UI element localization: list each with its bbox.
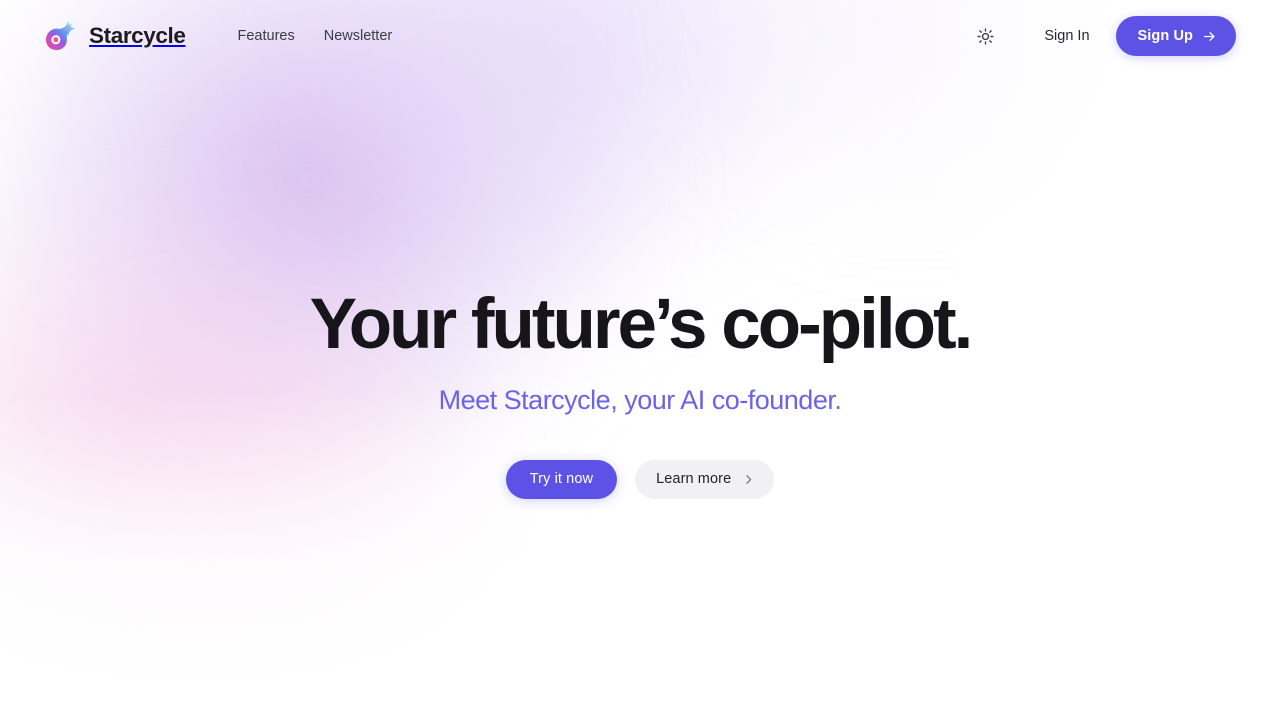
sign-up-label: Sign Up (1137, 28, 1193, 44)
primary-nav: Features Newsletter (237, 29, 392, 44)
sign-up-button[interactable]: Sign Up (1115, 16, 1236, 56)
nav-item-features[interactable]: Features (237, 29, 294, 44)
arrow-right-icon (1203, 31, 1215, 41)
chevron-right-icon (746, 474, 752, 484)
site-header: Starcycle Features Newsletter Sign In Si… (0, 0, 1280, 72)
theme-toggle-button[interactable] (968, 19, 1002, 53)
learn-more-button[interactable]: Learn more (635, 459, 775, 499)
starcycle-comet-gradient-icon (46, 21, 76, 50)
hero-subtitle: Meet Starcycle, your AI co-founder. (438, 385, 842, 415)
header-actions: Sign In Sign Up (968, 16, 1236, 56)
try-it-now-label: Try it now (529, 471, 594, 488)
brand-name: Starcycle (89, 22, 186, 48)
hero-cta-group: Try it now Learn more (505, 459, 775, 499)
sign-in-link[interactable]: Sign In (1044, 29, 1089, 44)
try-it-now-button[interactable]: Try it now (505, 459, 618, 499)
brand-logo-link[interactable]: Starcycle (44, 19, 186, 53)
background-fade-bottom (0, 390, 1280, 720)
hero-title: Your future’s co-pilot. (309, 285, 974, 364)
nav-item-newsletter[interactable]: Newsletter (324, 29, 393, 44)
learn-more-label: Learn more (656, 471, 732, 488)
sun-icon (977, 27, 994, 45)
